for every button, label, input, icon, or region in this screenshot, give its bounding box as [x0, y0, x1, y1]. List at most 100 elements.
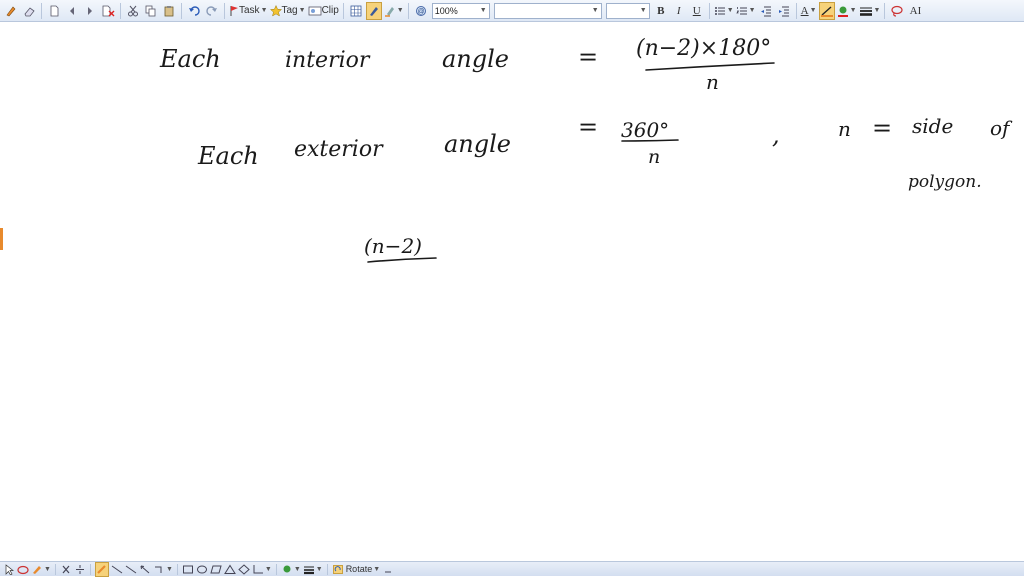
separator — [708, 2, 710, 19]
chevron-down-icon[interactable]: ▼ — [480, 7, 487, 14]
font-name-select[interactable]: ▼ — [493, 2, 602, 19]
svg-text:@: @ — [417, 8, 424, 15]
chevron-down-icon[interactable]: ▼ — [299, 7, 306, 14]
arrow-tool-icon[interactable] — [139, 563, 151, 576]
clip-label: Clip — [321, 5, 339, 16]
diamond-tool-icon[interactable] — [238, 563, 250, 576]
rectangle-tool-icon[interactable] — [182, 563, 194, 576]
tag-star-icon — [269, 4, 282, 17]
clip-button[interactable]: Clip — [308, 2, 339, 20]
line1-denominator: n — [706, 70, 719, 94]
pen-color-icon[interactable] — [365, 1, 382, 20]
line1-numerator: (n−2)×180° — [636, 36, 771, 61]
text-color-button[interactable]: A ▼ — [801, 2, 817, 20]
separator — [275, 563, 277, 575]
rotate-button[interactable]: Rotate ▼ — [346, 563, 380, 576]
line-tool-alt-icon[interactable] — [125, 563, 137, 576]
line2-comma: , — [772, 121, 780, 149]
previous-page-icon[interactable] — [64, 2, 80, 20]
separator — [884, 2, 886, 19]
zoom-icon[interactable]: @ — [413, 2, 429, 20]
italic-button[interactable]: I — [671, 2, 687, 20]
separator — [181, 2, 182, 19]
new-page-icon[interactable] — [46, 2, 62, 20]
zoom-select[interactable]: 100% ▼ — [431, 2, 490, 19]
chevron-down-icon[interactable]: ▼ — [261, 7, 268, 14]
chevron-down-icon[interactable]: ▼ — [592, 7, 599, 14]
bold-button[interactable]: B — [653, 2, 669, 20]
task-button[interactable]: Task ▼ — [229, 2, 268, 20]
delete-icon[interactable] — [60, 563, 72, 576]
chevron-down-icon[interactable]: ▼ — [316, 566, 323, 573]
task-flag-icon — [230, 5, 238, 16]
chevron-down-icon[interactable]: ▼ — [850, 7, 857, 14]
line3-expression: (n−2) — [364, 234, 422, 258]
ink-canvas[interactable]: Each interior angle = (n−2)×180° n Each … — [0, 23, 1024, 560]
more-tools-icon[interactable] — [382, 563, 394, 576]
chevron-down-icon[interactable]: ▼ — [810, 7, 817, 14]
axes-tool-icon[interactable]: ▼ — [252, 563, 272, 576]
next-page-icon[interactable] — [82, 2, 98, 20]
triangle-tool-icon[interactable] — [223, 563, 236, 576]
delete-page-icon[interactable] — [100, 2, 116, 20]
table-icon[interactable] — [348, 2, 364, 20]
separator — [41, 2, 42, 19]
chevron-down-icon[interactable]: ▼ — [749, 7, 756, 14]
separator — [407, 2, 409, 19]
line1-word-angle: angle — [442, 45, 509, 73]
increase-indent-icon[interactable] — [776, 2, 792, 20]
line2-denominator: n — [648, 146, 660, 168]
copy-icon[interactable] — [143, 2, 159, 20]
chevron-down-icon[interactable]: ▼ — [294, 566, 301, 573]
chevron-down-icon[interactable]: ▼ — [44, 566, 51, 573]
undo-icon[interactable] — [186, 2, 202, 20]
marker-tool-icon[interactable] — [94, 561, 109, 577]
line2-def-polygon: polygon. — [908, 172, 982, 192]
separator — [54, 563, 56, 575]
numbered-list-icon[interactable]: ▼ — [735, 2, 756, 20]
highlighter-icon[interactable]: ▼ — [384, 2, 404, 20]
shape-line-weight-icon[interactable]: ▼ — [303, 563, 323, 576]
line3-fraction-bar — [367, 257, 437, 263]
decrease-indent-icon[interactable] — [758, 2, 774, 20]
chevron-down-icon[interactable]: ▼ — [874, 7, 881, 14]
pen-tool-icon[interactable]: ▼ — [31, 563, 51, 576]
chevron-down-icon[interactable]: ▼ — [373, 566, 380, 573]
eraser-icon[interactable] — [21, 2, 37, 20]
underline-button[interactable]: U — [689, 2, 705, 20]
select-arrow-icon[interactable] — [3, 563, 15, 576]
separator — [120, 2, 121, 19]
shape-fill-icon[interactable]: ▼ — [281, 563, 301, 576]
superscript-button[interactable]: AI — [907, 2, 923, 20]
rotate-label: Rotate — [345, 564, 373, 574]
line2-numerator: 360° — [621, 118, 669, 142]
insert-space-icon[interactable] — [74, 563, 86, 576]
fill-color-icon[interactable]: ▼ — [837, 2, 857, 20]
font-size-select[interactable]: ▼ — [605, 2, 650, 19]
ellipse-tool-icon[interactable] — [196, 563, 208, 576]
bullet-list-icon[interactable]: ▼ — [714, 2, 734, 20]
parallelogram-tool-icon[interactable] — [210, 563, 222, 576]
lasso-icon[interactable] — [889, 2, 905, 20]
chevron-down-icon[interactable]: ▼ — [727, 7, 734, 14]
line-weight-icon[interactable]: ▼ — [859, 2, 881, 20]
main-toolbar: Task ▼ Tag ▼ Clip ▼ @ 100% ▼ ▼ ▼ B I U ▼ ▼ … — [0, 0, 1024, 22]
rotate-icon[interactable] — [332, 563, 344, 576]
cut-icon[interactable] — [125, 2, 141, 20]
line-tool-icon[interactable] — [111, 563, 123, 576]
chevron-down-icon[interactable]: ▼ — [265, 566, 272, 573]
connector-tool-icon[interactable]: ▼ — [153, 563, 173, 576]
separator — [342, 2, 344, 19]
paste-icon[interactable] — [161, 2, 177, 20]
redo-icon[interactable] — [204, 2, 220, 20]
pen-mode-icon[interactable] — [3, 2, 19, 20]
ink-eraser-icon[interactable] — [17, 563, 29, 576]
line2-def-side: side — [912, 114, 953, 138]
tag-button[interactable]: Tag ▼ — [269, 2, 306, 20]
chevron-down-icon[interactable]: ▼ — [397, 7, 404, 14]
drawing-toolbar: ▼ ▼ ▼ ▼ ▼ Rotate ▼ — [0, 561, 1024, 577]
chevron-down-icon[interactable]: ▼ — [166, 566, 173, 573]
tag-label: Tag — [281, 5, 298, 16]
chevron-down-icon[interactable]: ▼ — [640, 7, 647, 14]
line-color-icon[interactable] — [818, 1, 835, 20]
